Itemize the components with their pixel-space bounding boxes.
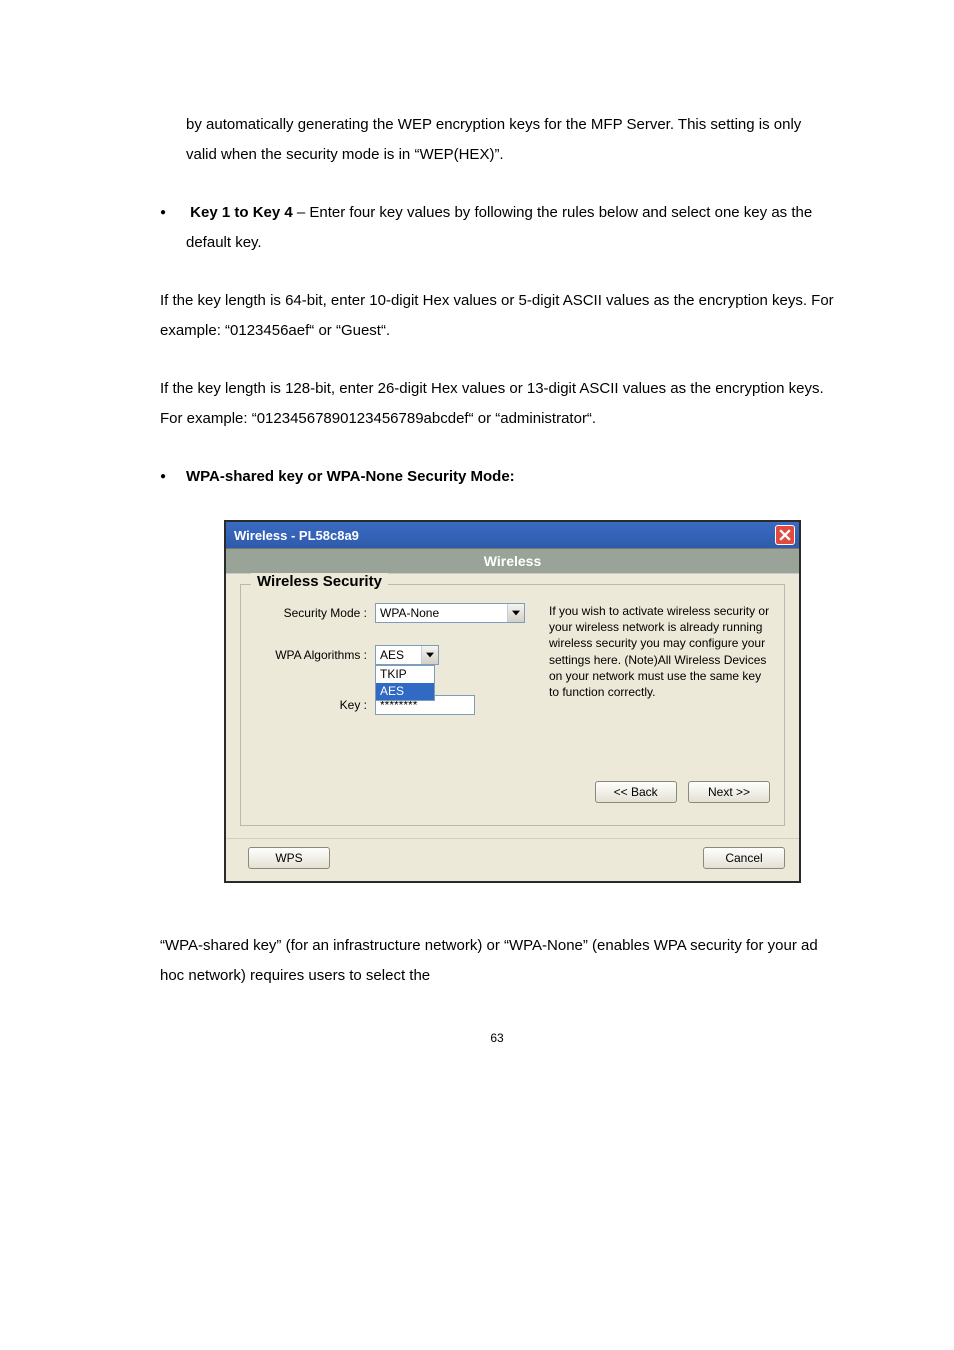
algorithms-value: AES: [380, 648, 404, 662]
close-button[interactable]: [775, 525, 795, 545]
key1to4-label: Key 1 to Key 4: [190, 204, 293, 221]
bullet-wpa-heading: WPA-shared key or WPA-None Security Mode…: [160, 462, 834, 492]
back-button[interactable]: << Back: [595, 781, 677, 803]
security-mode-label: Security Mode :: [255, 606, 375, 620]
paragraph-closing: “WPA-shared key” (for an infrastructure …: [160, 931, 834, 991]
wps-button[interactable]: WPS: [248, 847, 330, 869]
option-aes[interactable]: AES: [376, 683, 434, 700]
security-mode-select[interactable]: WPA-None: [375, 603, 525, 623]
security-mode-value: WPA-None: [380, 606, 439, 620]
chevron-down-icon: [421, 646, 438, 664]
fieldset-legend: Wireless Security: [251, 573, 388, 590]
chevron-down-icon: [507, 604, 524, 622]
wpa-heading: WPA-shared key or WPA-None Security Mode…: [186, 468, 515, 485]
bullet-key1to4: Key 1 to Key 4 – Enter four key values b…: [160, 198, 834, 258]
option-tkip[interactable]: TKIP: [376, 666, 434, 683]
algorithms-label: WPA Algorithms :: [255, 648, 375, 662]
key-label: Key :: [255, 698, 375, 712]
security-fieldset: Wireless Security Security Mode : WPA-No…: [240, 584, 785, 826]
dialog-titlebar: Wireless - PL58c8a9: [226, 522, 799, 548]
dialog-title-text: Wireless - PL58c8a9: [234, 528, 359, 543]
wireless-dialog: Wireless - PL58c8a9 Wireless Wireless Se…: [224, 520, 801, 883]
algorithms-select[interactable]: AES TKIP AES: [375, 645, 439, 665]
paragraph-128bit: If the key length is 128-bit, enter 26-d…: [160, 374, 834, 434]
paragraph-intro: by automatically generating the WEP encr…: [160, 110, 834, 170]
help-text: If you wish to activate wireless securit…: [535, 603, 770, 700]
paragraph-64bit: If the key length is 64-bit, enter 10-di…: [160, 286, 834, 346]
cancel-button[interactable]: Cancel: [703, 847, 785, 869]
dialog-band: Wireless: [226, 548, 799, 574]
page-number: 63: [160, 1031, 834, 1045]
algorithms-dropdown[interactable]: TKIP AES: [375, 665, 435, 701]
next-button[interactable]: Next >>: [688, 781, 770, 803]
close-icon: [779, 529, 791, 541]
